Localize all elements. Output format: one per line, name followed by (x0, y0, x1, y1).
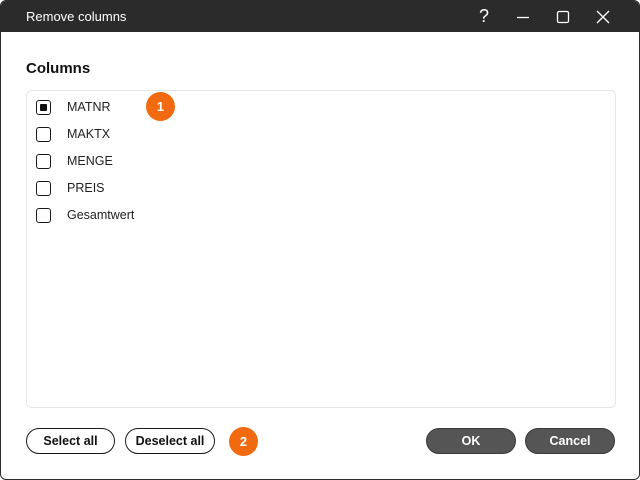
column-label: MAKTX (67, 127, 111, 141)
ok-button[interactable]: OK (426, 428, 516, 454)
remove-columns-dialog: Remove columns ? Columns MATNR MAKTX MEN… (0, 0, 640, 480)
column-item-preis[interactable]: PREIS (36, 178, 105, 198)
column-item-matnr[interactable]: MATNR (36, 97, 111, 117)
minimize-icon (517, 16, 529, 18)
help-icon: ? (478, 6, 489, 26)
columns-heading: Columns (26, 60, 91, 77)
cancel-button[interactable]: Cancel (525, 428, 615, 454)
columns-list: MATNR MAKTX MENGE PREIS Gesamtwert (26, 90, 616, 408)
column-item-maktx[interactable]: MAKTX (36, 124, 110, 144)
column-label: Gesamtwert (67, 208, 135, 222)
maximize-icon (556, 10, 570, 23)
maximize-button[interactable] (543, 1, 583, 32)
minimize-button[interactable] (503, 1, 543, 32)
checkbox-maktx[interactable] (36, 126, 51, 142)
column-label: MATNR (67, 100, 111, 114)
close-icon (596, 10, 610, 23)
column-item-gesamtwert[interactable]: Gesamtwert (36, 205, 134, 225)
column-label: MENGE (67, 154, 113, 168)
select-all-button[interactable]: Select all (26, 428, 115, 454)
callout-badge-2: 2 (229, 427, 258, 456)
checkbox-gesamtwert[interactable] (36, 207, 51, 223)
checkbox-preis[interactable] (36, 180, 51, 196)
column-item-menge[interactable]: MENGE (36, 151, 113, 171)
deselect-all-button[interactable]: Deselect all (125, 428, 215, 454)
help-button[interactable]: ? (464, 1, 504, 32)
window-title: Remove columns (26, 9, 127, 24)
checkbox-matnr[interactable] (36, 99, 51, 115)
callout-badge-1: 1 (146, 92, 175, 121)
title-bar: Remove columns ? (1, 1, 639, 32)
checkmark (40, 103, 47, 111)
checkbox-menge[interactable] (36, 153, 51, 169)
column-label: PREIS (67, 181, 105, 195)
close-button[interactable] (583, 1, 623, 32)
